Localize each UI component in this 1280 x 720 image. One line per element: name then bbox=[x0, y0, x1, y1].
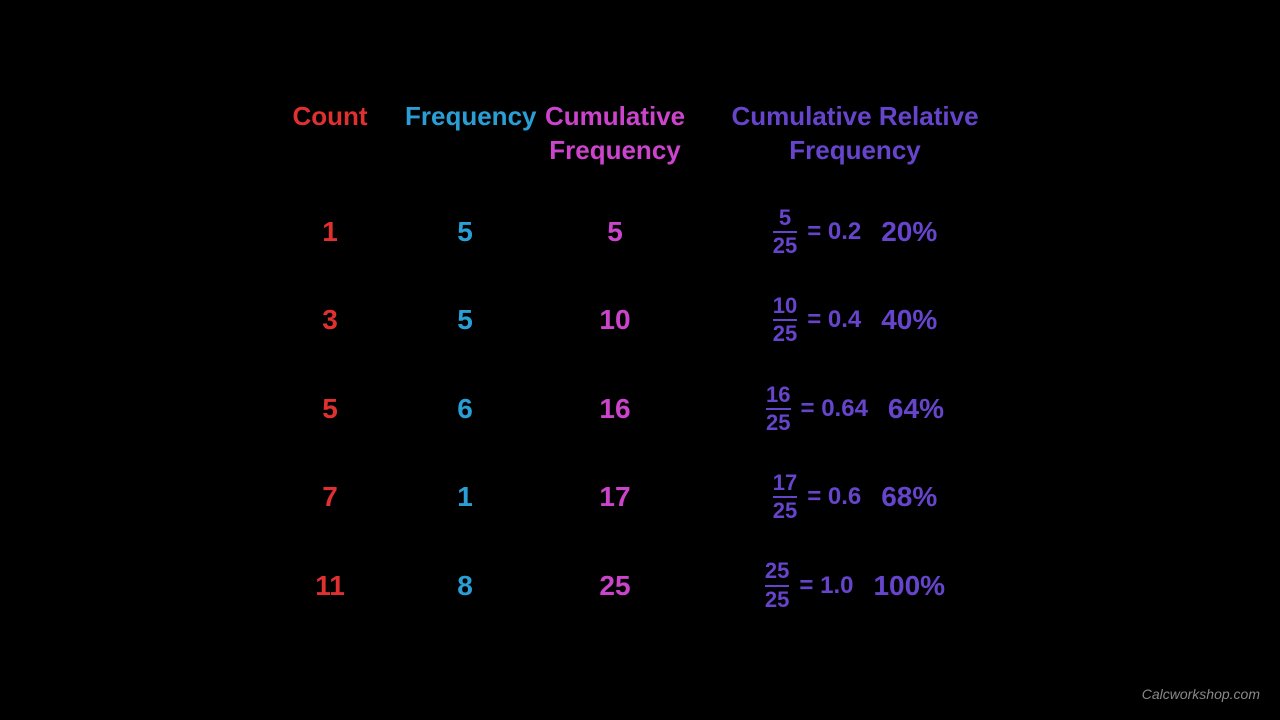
row4-count: 7 bbox=[265, 453, 395, 541]
row3-cumfreq: 16 bbox=[535, 365, 695, 453]
row3-cumrelfreq: 16 25 = 0.64 64% bbox=[695, 365, 1015, 453]
row3-fraction: 16 25 bbox=[766, 383, 790, 435]
row1-percent: 20% bbox=[881, 216, 937, 248]
header-cumfreq: Cumulative Frequency bbox=[535, 90, 695, 188]
row5-cumrelfreq: 25 25 = 1.0 100% bbox=[695, 541, 1015, 629]
row5-percent: 100% bbox=[873, 570, 945, 602]
row5-cumfreq: 25 bbox=[535, 541, 695, 629]
header-count: Count bbox=[265, 90, 395, 188]
row4-freq: 1 bbox=[395, 453, 535, 541]
row1-cumfreq: 5 bbox=[535, 188, 695, 276]
row1-decimal: = 0.2 bbox=[807, 218, 861, 246]
row4-cumfreq: 17 bbox=[535, 453, 695, 541]
header-cumrelfreq: Cumulative RelativeFrequency bbox=[695, 90, 1015, 188]
table-grid: Count Frequency Cumulative Frequency Cum… bbox=[265, 90, 1015, 629]
row2-percent: 40% bbox=[881, 304, 937, 336]
watermark: Calcworkshop.com bbox=[1142, 686, 1260, 702]
row4-cumrelfreq: 17 25 = 0.6 68% bbox=[695, 453, 1015, 541]
row3-percent: 64% bbox=[888, 393, 944, 425]
row3-decimal: = 0.64 bbox=[801, 395, 868, 423]
row4-decimal: = 0.6 bbox=[807, 483, 861, 511]
row4-fraction: 17 25 bbox=[773, 471, 797, 523]
row2-decimal: = 0.4 bbox=[807, 306, 861, 334]
row1-fraction: 5 25 bbox=[773, 206, 797, 258]
row2-fraction: 10 25 bbox=[773, 294, 797, 346]
row5-fraction: 25 25 bbox=[765, 559, 789, 611]
row1-cumrelfreq: 5 25 = 0.2 20% bbox=[695, 188, 1015, 276]
row1-freq: 5 bbox=[395, 188, 535, 276]
row2-cumfreq: 10 bbox=[535, 276, 695, 364]
main-table: Count Frequency Cumulative Frequency Cum… bbox=[265, 90, 1015, 629]
row2-cumrelfreq: 10 25 = 0.4 40% bbox=[695, 276, 1015, 364]
row5-count: 11 bbox=[265, 541, 395, 629]
row5-freq: 8 bbox=[395, 541, 535, 629]
row3-count: 5 bbox=[265, 365, 395, 453]
row4-percent: 68% bbox=[881, 481, 937, 513]
row3-freq: 6 bbox=[395, 365, 535, 453]
row5-decimal: = 1.0 bbox=[799, 572, 853, 600]
row2-count: 3 bbox=[265, 276, 395, 364]
row2-freq: 5 bbox=[395, 276, 535, 364]
header-frequency: Frequency bbox=[395, 90, 535, 188]
row1-count: 1 bbox=[265, 188, 395, 276]
